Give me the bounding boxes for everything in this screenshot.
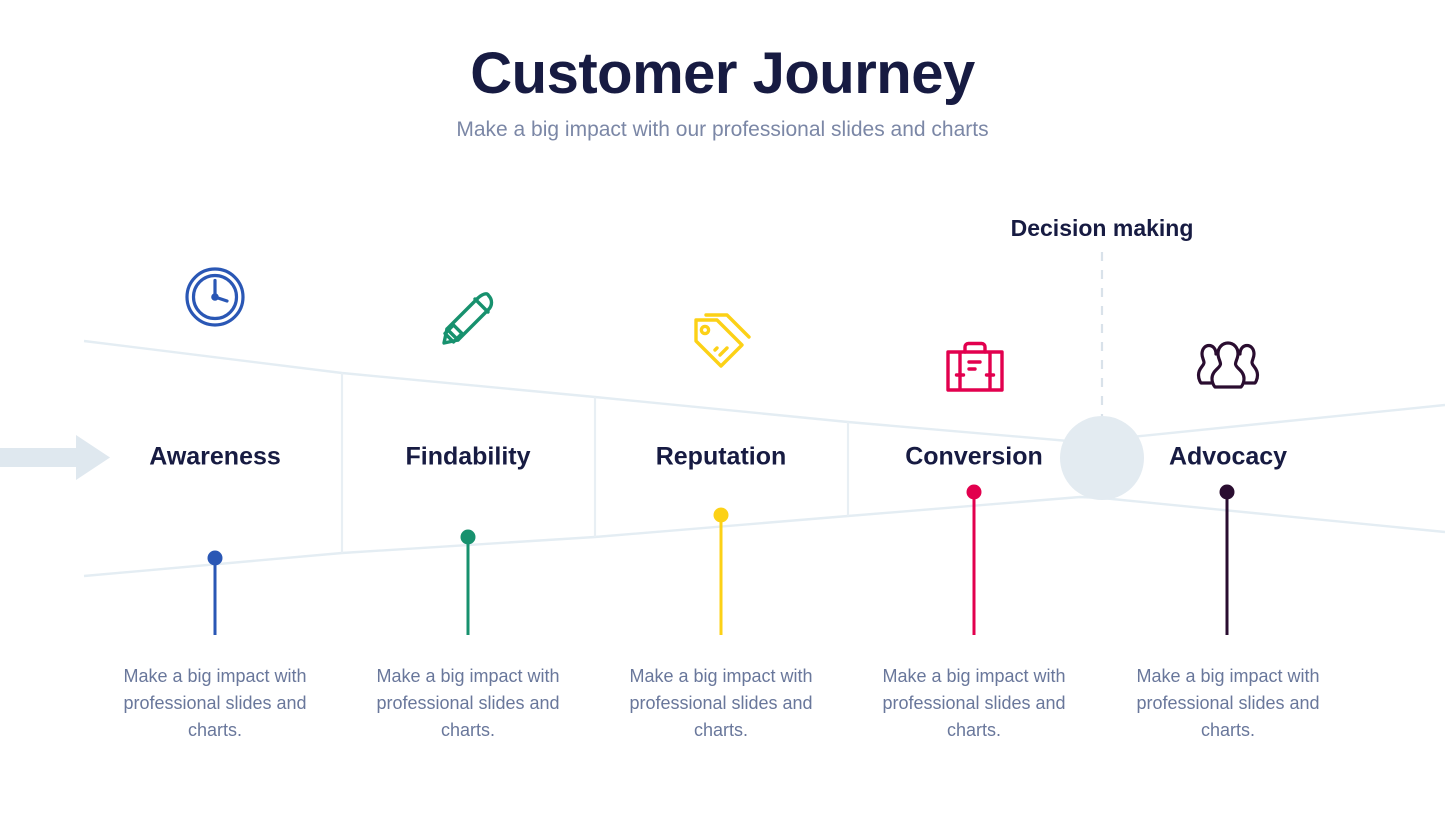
entry-arrow-icon bbox=[0, 435, 110, 480]
briefcase-icon bbox=[944, 339, 1006, 393]
stage-pin-reputation bbox=[713, 507, 729, 635]
stage-description-advocacy: Make a big impact with professional slid… bbox=[1136, 666, 1320, 740]
stage-pin-conversion bbox=[966, 484, 982, 635]
stage-description-findability: Make a big impact with professional slid… bbox=[376, 666, 560, 740]
decision-node-circle bbox=[1060, 416, 1144, 500]
stage-label-advocacy: Advocacy bbox=[1168, 442, 1288, 471]
page-subtitle: Make a big impact with our professional … bbox=[456, 117, 989, 141]
stage-description-reputation: Make a big impact with professional slid… bbox=[629, 666, 813, 740]
people-group-icon bbox=[1196, 339, 1260, 391]
stage-label-reputation: Reputation bbox=[655, 442, 787, 471]
decision-making-label: Decision making bbox=[1010, 215, 1194, 241]
stage-pin-awareness bbox=[207, 550, 223, 635]
stage-label-conversion: Conversion bbox=[905, 442, 1043, 471]
page-title: Customer Journey bbox=[470, 41, 975, 106]
stage-description-conversion: Make a big impact with professional slid… bbox=[882, 666, 1066, 740]
stage-description-awareness: Make a big impact with professional slid… bbox=[123, 666, 307, 740]
stage-label-awareness: Awareness bbox=[149, 442, 281, 471]
price-tag-icon bbox=[689, 309, 753, 373]
clock-icon bbox=[184, 266, 246, 328]
stage-pin-findability bbox=[460, 529, 476, 635]
stage-pin-advocacy bbox=[1219, 484, 1235, 635]
page-header: Customer Journey Make a big impact with … bbox=[0, 0, 1445, 142]
stage-label-findability: Findability bbox=[405, 442, 531, 471]
funnel-bottom-edge bbox=[83, 495, 1445, 578]
pencil-icon bbox=[434, 285, 502, 353]
